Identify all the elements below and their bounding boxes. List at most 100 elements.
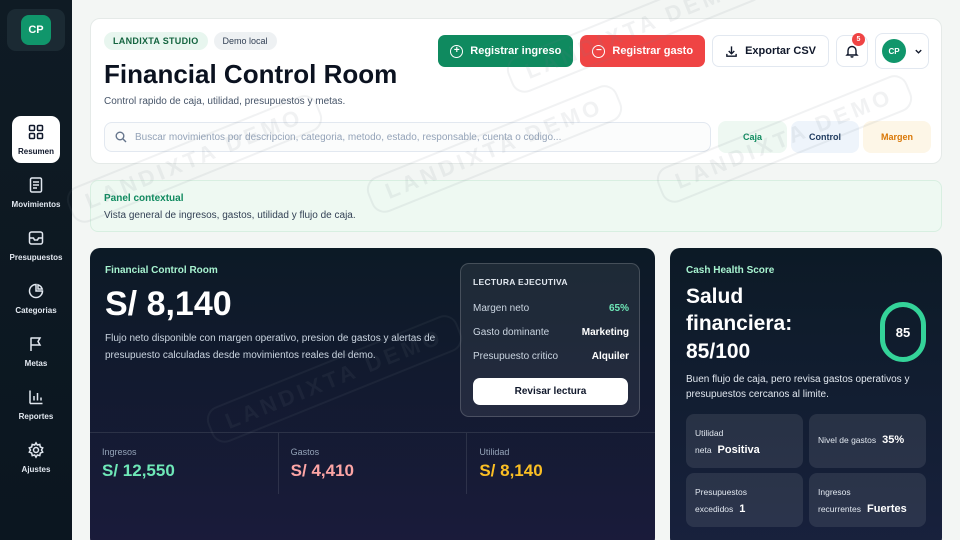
sidebar-item-label: Presupuestos: [9, 253, 63, 262]
health-metric-card: Nivel de gastos 35%: [809, 414, 926, 468]
review-reading-button[interactable]: Revisar lectura: [473, 378, 628, 405]
reading-value: 65%: [608, 303, 629, 314]
sidebar-item-label: Ajustes: [21, 465, 51, 474]
health-eyebrow: Cash Health Score: [686, 265, 775, 276]
sidebar-item-resumen[interactable]: Resumen: [0, 113, 72, 166]
stat-gastos: Gastos S/ 4,410: [279, 433, 468, 494]
sidebar-item-movimientos[interactable]: Movimientos: [0, 166, 72, 219]
notification-count-badge: 5: [852, 33, 865, 46]
sidebar: CP Resumen Movimientos Presupuestos Cate…: [0, 0, 72, 540]
sidebar-item-label: Reportes: [18, 412, 54, 421]
flag-icon: [30, 337, 42, 351]
header-card: LANDIXTA STUDIO Demo local Financial Con…: [90, 18, 942, 164]
register-expense-button[interactable]: − Registrar gasto: [580, 35, 706, 67]
context-heading: Panel contextual: [104, 193, 184, 204]
export-csv-button[interactable]: Exportar CSV: [712, 35, 829, 67]
studio-chip: LANDIXTA STUDIO: [104, 32, 208, 50]
sidebar-item-presupuestos[interactable]: Presupuestos: [0, 219, 72, 272]
demo-chip: Demo local: [213, 32, 277, 50]
hero-description: Flujo neto disponible con margen operati…: [105, 333, 436, 361]
sidebar-nav: Resumen Movimientos Presupuestos Categor…: [0, 113, 72, 484]
metric-label: neta: [695, 445, 712, 455]
reading-key: Presupuesto critico: [473, 351, 559, 362]
metric-label: excedidos: [695, 504, 734, 514]
search-icon: [115, 131, 127, 143]
metric-value: 1: [739, 503, 746, 515]
net-flow-amount: S/ 8,140: [105, 285, 232, 323]
sidebar-item-reportes[interactable]: Reportes: [0, 378, 72, 431]
bar-chart-icon: [29, 390, 43, 405]
stat-label: Utilidad: [479, 447, 510, 457]
metric-row: Nivel de gastos 35%: [818, 434, 904, 446]
context-description: Vista general de ingresos, gastos, utili…: [104, 210, 356, 221]
reading-key: Gasto dominante: [473, 327, 550, 338]
quick-filter-control[interactable]: Control: [791, 121, 859, 153]
stat-label: Ingresos: [102, 447, 137, 457]
metric-row: recurrentes Fuertes: [818, 503, 907, 515]
minus-circle-icon: −: [592, 44, 606, 58]
quick-filter-caja[interactable]: Caja: [718, 121, 787, 153]
reading-key: Margen neto: [473, 303, 530, 314]
sidebar-item-label: Metas: [24, 359, 48, 368]
search-bar[interactable]: [104, 122, 711, 152]
health-metric-card: Utilidad neta Positiva: [686, 414, 803, 468]
chevron-down-icon: [915, 49, 922, 54]
page-title: Financial Control Room: [104, 59, 398, 89]
metric-label: Presupuestos: [695, 487, 747, 497]
export-csv-label: Exportar CSV: [745, 45, 816, 57]
health-score-ring: 85: [880, 302, 926, 362]
pie-chart-icon: [28, 283, 44, 299]
metric-value: Fuertes: [867, 503, 907, 515]
health-metric-card: Ingresos recurrentes Fuertes: [809, 473, 926, 527]
metric-label: Nivel de gastos: [818, 435, 877, 445]
health-title: Salud financiera: 85/100: [686, 285, 793, 363]
download-icon: [726, 45, 737, 57]
quick-filter-margen[interactable]: Margen: [863, 121, 931, 153]
reading-row: Gasto dominante Marketing: [473, 327, 629, 338]
avatar: CP: [882, 39, 906, 63]
stat-value: S/ 12,550: [102, 461, 175, 480]
reading-value: Marketing: [581, 327, 629, 338]
notifications-button[interactable]: 5: [836, 33, 868, 67]
grid-icon: [28, 124, 44, 140]
sidebar-item-label: Resumen: [17, 147, 54, 156]
metric-label: Utilidad: [695, 428, 724, 438]
executive-reading-heading: LECTURA EJECUTIVA: [473, 277, 568, 287]
stat-label: Gastos: [290, 447, 320, 457]
user-menu-button[interactable]: CP: [875, 33, 929, 69]
cash-health-card: Cash Health Score Salud financiera: 85/1…: [670, 248, 942, 540]
metric-row: excedidos 1: [695, 503, 745, 515]
search-input[interactable]: [135, 131, 695, 143]
chip-row: LANDIXTA STUDIO Demo local: [104, 32, 277, 50]
sidebar-item-label: Movimientos: [11, 200, 61, 209]
stat-value: S/ 4,410: [290, 461, 354, 480]
hero-card: Financial Control Room S/ 8,140 Flujo ne…: [90, 248, 655, 540]
reading-value: Alquiler: [591, 351, 629, 362]
inbox-icon: [28, 231, 44, 245]
sidebar-item-ajustes[interactable]: Ajustes: [0, 431, 72, 484]
register-income-button[interactable]: + Registrar ingreso: [438, 35, 574, 67]
logo-tile[interactable]: CP: [7, 9, 65, 51]
metric-label: recurrentes: [818, 504, 861, 514]
metric-row: neta Positiva: [695, 444, 760, 456]
metric-label: Ingresos: [818, 487, 851, 497]
register-expense-label: Registrar gasto: [612, 45, 694, 57]
sidebar-item-metas[interactable]: Metas: [0, 325, 72, 378]
stat-value: S/ 8,140: [479, 461, 543, 480]
header-actions: + Registrar ingreso − Registrar gasto Ex…: [438, 33, 929, 69]
summary-stats: Ingresos S/ 12,550 Gastos S/ 4,410 Utili…: [90, 432, 655, 494]
stat-utilidad: Utilidad S/ 8,140: [467, 433, 655, 494]
bell-icon: [845, 45, 859, 58]
document-icon: [29, 177, 43, 193]
metric-value: 35%: [882, 434, 905, 446]
context-panel: Panel contextual Vista general de ingres…: [90, 180, 942, 232]
logo: CP: [21, 15, 51, 45]
health-metric-card: Presupuestos excedidos 1: [686, 473, 803, 527]
sidebar-item-categorias[interactable]: Categorias: [0, 272, 72, 325]
executive-reading-panel: LECTURA EJECUTIVA Margen neto 65% Gasto …: [460, 263, 640, 417]
metric-value: Positiva: [717, 444, 760, 456]
gear-icon: [28, 441, 44, 459]
health-description: Buen flujo de caja, pero revisa gastos o…: [686, 374, 910, 400]
sidebar-item-label: Categorias: [15, 306, 57, 315]
reading-row: Presupuesto critico Alquiler: [473, 351, 629, 362]
